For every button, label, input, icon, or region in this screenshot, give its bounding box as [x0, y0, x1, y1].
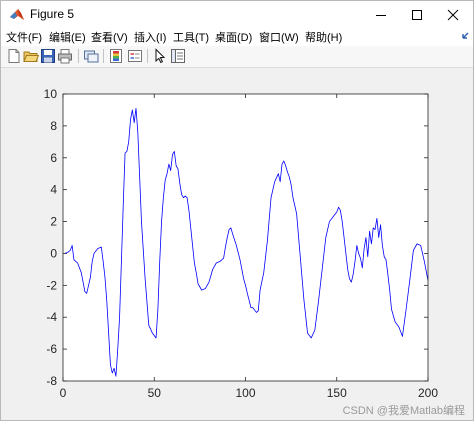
- menu-insert[interactable]: 插入(I): [134, 29, 166, 45]
- y-tick-label: -2: [46, 278, 57, 292]
- plot-area: [63, 94, 428, 381]
- insert-colorbar-icon[interactable]: [108, 48, 124, 64]
- figure-window: Figure 5 文件(F) 编辑(E) 查看(V) 插入(I) 工具(T) 桌…: [0, 0, 474, 421]
- y-tick-label: 8: [50, 119, 57, 133]
- x-tick-label: 100: [235, 386, 255, 400]
- close-button[interactable]: [435, 1, 471, 28]
- figure-toolbar: [1, 46, 473, 68]
- toolbar-separator: [147, 49, 148, 63]
- window-title: Figure 5: [30, 7, 75, 21]
- x-tick-label: 200: [418, 386, 438, 400]
- y-tick-label: 2: [50, 215, 57, 229]
- open-file-icon[interactable]: [23, 48, 39, 64]
- minimize-icon: [376, 14, 386, 16]
- save-icon[interactable]: [40, 48, 56, 64]
- y-tick-label: 0: [50, 246, 57, 260]
- toolbar-separator: [78, 49, 79, 63]
- matlab-icon: [10, 9, 24, 20]
- y-tick-label: 6: [50, 151, 57, 165]
- x-tick-label: 50: [148, 386, 162, 400]
- menu-window[interactable]: 窗口(W): [259, 29, 299, 45]
- maximize-button[interactable]: [399, 1, 435, 28]
- menu-help[interactable]: 帮助(H): [305, 29, 342, 45]
- line-chart[interactable]: 0 50 100 150 200 -8 -6 -4 -2 0 2 4 6 8 10: [1, 68, 473, 420]
- print-icon[interactable]: [57, 48, 73, 64]
- toolbar-separator: [103, 49, 104, 63]
- menu-edit[interactable]: 编辑(E): [49, 29, 86, 45]
- menu-file[interactable]: 文件(F): [6, 29, 42, 45]
- x-tick-label: 0: [60, 386, 67, 400]
- minimize-button[interactable]: [363, 1, 399, 28]
- csdn-watermark: CSDN @我爱Matlab编程: [342, 405, 465, 417]
- menu-bar: 文件(F) 编辑(E) 查看(V) 插入(I) 工具(T) 桌面(D) 窗口(W…: [1, 28, 473, 46]
- dock-arrow-icon[interactable]: [459, 30, 471, 44]
- y-tick-label: -4: [46, 310, 57, 324]
- maximize-icon: [412, 9, 422, 20]
- y-tick-label: -8: [46, 374, 57, 388]
- title-bar[interactable]: Figure 5: [1, 1, 473, 28]
- new-figure-icon[interactable]: [6, 48, 22, 64]
- edit-plot-arrow-icon[interactable]: [152, 48, 168, 64]
- x-tick-label: 150: [327, 386, 347, 400]
- insert-legend-icon[interactable]: [127, 48, 143, 64]
- property-inspector-icon[interactable]: [170, 48, 186, 64]
- menu-desktop[interactable]: 桌面(D): [215, 29, 252, 45]
- menu-tools[interactable]: 工具(T): [173, 29, 209, 45]
- figure-canvas[interactable]: 0 50 100 150 200 -8 -6 -4 -2 0 2 4 6 8 10 CSDN @我爱Matl…: [1, 68, 473, 420]
- y-tick-label: -6: [46, 342, 57, 356]
- menu-view[interactable]: 查看(V): [91, 29, 128, 45]
- link-plot-icon[interactable]: [83, 48, 99, 64]
- y-tick-label: 4: [50, 183, 57, 197]
- y-tick-label: 10: [44, 87, 58, 101]
- close-icon: [447, 9, 459, 20]
